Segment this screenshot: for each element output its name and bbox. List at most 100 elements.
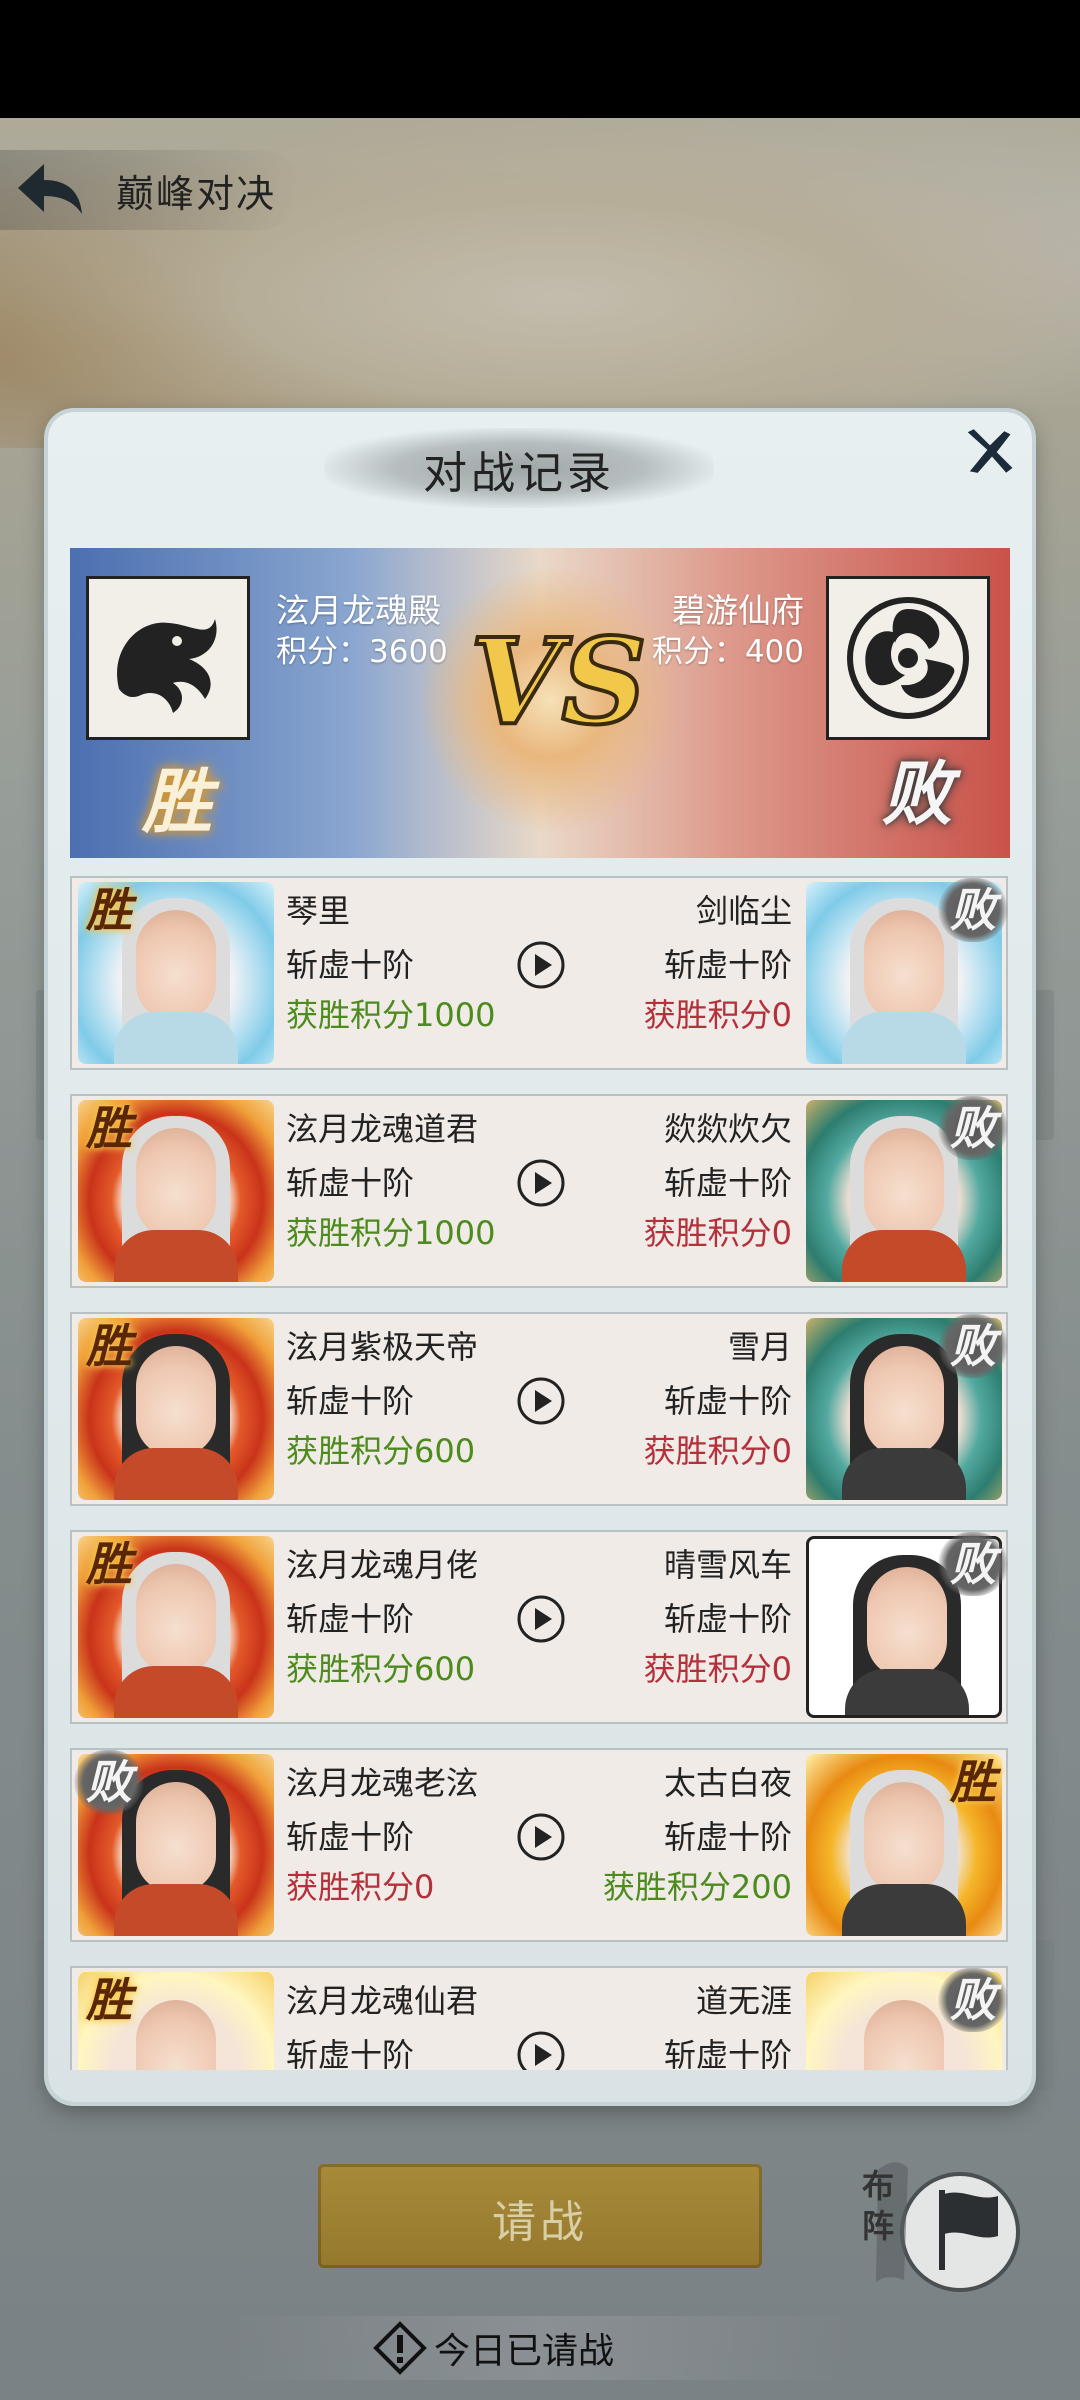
challenge-button-label: 请战: [492, 2197, 588, 2248]
avatar-face: [864, 1782, 944, 1892]
right-player-score: 获胜积分0: [643, 1214, 792, 1252]
formation-label: 布阵: [862, 2167, 895, 2245]
win-seal: 胜: [86, 1537, 132, 1591]
right-player-rank: 斩虚十阶: [663, 2036, 792, 2070]
lose-seal: 败: [938, 878, 1008, 942]
lose-seal: 败: [938, 1314, 1008, 1378]
background-list-edge: [1030, 1940, 1054, 2090]
right-player-rank: 斩虚十阶: [663, 1600, 792, 1638]
lose-seal: 败: [74, 1750, 144, 1814]
avatar-robe: [114, 1666, 238, 1718]
left-guild-emblem: [86, 576, 250, 740]
avatar-robe: [842, 1230, 966, 1282]
right-player-name: 剑临尘: [695, 892, 792, 930]
avatar-face: [864, 2000, 944, 2070]
avatar-face: [136, 2000, 216, 2070]
right-player-rank: 斩虚十阶: [663, 1164, 792, 1202]
avatar-robe: [114, 1012, 238, 1064]
status-bar: [0, 0, 1080, 118]
left-result-seal: 胜: [142, 760, 212, 843]
right-guild-name: 碧游仙府: [672, 591, 804, 630]
replay-play-icon[interactable]: [516, 940, 566, 990]
avatar-face: [136, 1346, 216, 1456]
avatar-face: [136, 1128, 216, 1238]
left-player-score: 获胜积分600: [286, 1432, 476, 1470]
record-row: 胜 泫月龙魂月佬 斩虚十阶 获胜积分600 晴雪风车 斩虚十阶 获胜积分0 败: [70, 1530, 1008, 1724]
avatar-robe: [114, 1448, 238, 1500]
right-player-rank: 斩虚十阶: [663, 1818, 792, 1856]
avatar-face: [136, 910, 216, 1020]
avatar-face: [864, 1128, 944, 1238]
avatar-robe: [842, 1448, 966, 1500]
left-player-score: 获胜积分600: [286, 1650, 476, 1688]
left-player-score: 获胜积分1000: [286, 996, 496, 1034]
avatar-face: [867, 1567, 947, 1677]
replay-play-icon[interactable]: [516, 1376, 566, 1426]
record-row: 胜 泫月龙魂仙君 斩虚十阶 道无涯 斩虚十阶 败: [70, 1966, 1008, 2070]
left-player-rank: 斩虚十阶: [286, 946, 415, 984]
daily-challenge-notice: 今日已请战: [434, 2331, 615, 2372]
left-player-score: 获胜积分0: [286, 1868, 435, 1906]
right-player-score: 获胜积分0: [643, 1432, 792, 1470]
right-player-name: 晴雪风车: [663, 1546, 792, 1584]
win-seal: 胜: [86, 1973, 132, 2027]
dialog-title: 对战记录: [423, 448, 615, 499]
record-row: 胜 琴里 斩虚十阶 获胜积分1000 剑临尘 斩虚十阶 获胜积分0 败: [70, 876, 1008, 1070]
right-player-score: 获胜积分0: [643, 996, 792, 1034]
win-seal: 胜: [86, 883, 132, 937]
right-player-rank: 斩虚十阶: [663, 946, 792, 984]
right-guild-emblem: [826, 576, 990, 740]
left-player-name: 泫月龙魂仙君: [286, 1982, 479, 2020]
record-row: 胜 泫月龙魂道君 斩虚十阶 获胜积分1000 欻欻炊欠 斩虚十阶 获胜积分0 败: [70, 1094, 1008, 1288]
lose-seal: 败: [938, 1532, 1008, 1596]
left-player-score: 获胜积分1000: [286, 1214, 496, 1252]
left-player-name: 泫月龙魂老泫: [286, 1764, 479, 1802]
avatar-robe: [114, 1230, 238, 1282]
left-guild-score: 积分：3600: [276, 634, 448, 670]
replay-play-icon[interactable]: [516, 2030, 566, 2070]
avatar-face: [136, 1782, 216, 1892]
replay-play-icon[interactable]: [516, 1812, 566, 1862]
left-player-name: 泫月龙魂道君: [286, 1110, 479, 1148]
right-player-rank: 斩虚十阶: [663, 1382, 792, 1420]
left-player-rank: 斩虚十阶: [286, 1600, 415, 1638]
win-seal: 胜: [86, 1101, 132, 1155]
record-list[interactable]: 胜 琴里 斩虚十阶 获胜积分1000 剑临尘 斩虚十阶 获胜积分0 败 胜 泫月…: [70, 876, 1010, 2070]
left-guild-name: 泫月龙魂殿: [276, 591, 441, 630]
record-row: 胜 泫月紫极天帝 斩虚十阶 获胜积分600 雪月 斩虚十阶 获胜积分0 败: [70, 1312, 1008, 1506]
record-row: 败 泫月龙魂老泫 斩虚十阶 获胜积分0 太古白夜 斩虚十阶 获胜积分200 胜: [70, 1748, 1008, 1942]
left-player-rank: 斩虚十阶: [286, 1164, 415, 1202]
win-seal: 胜: [950, 1755, 996, 1809]
left-player-rank: 斩虚十阶: [286, 1818, 415, 1856]
avatar-robe: [842, 1884, 966, 1936]
win-seal: 胜: [86, 1319, 132, 1373]
background-list-edge: [1030, 990, 1054, 1140]
left-player-name: 泫月龙魂月佬: [286, 1546, 479, 1584]
left-player-rank: 斩虚十阶: [286, 2036, 415, 2070]
right-player-name: 欻欻炊欠: [663, 1110, 792, 1148]
vs-label: VS: [468, 610, 649, 753]
right-guild-score: 积分：400: [651, 634, 804, 670]
avatar-face: [864, 1346, 944, 1456]
right-player-name: 道无涯: [695, 1982, 792, 2020]
avatar-face: [136, 1564, 216, 1674]
lose-seal: 败: [938, 1968, 1008, 2032]
left-player-rank: 斩虚十阶: [286, 1382, 415, 1420]
swirl-emblem-icon: [847, 597, 969, 719]
lose-seal: 败: [938, 1096, 1008, 1160]
left-player-name: 琴里: [286, 892, 351, 930]
right-player-score: 获胜积分200: [602, 1868, 792, 1906]
right-player-name: 雪月: [727, 1328, 792, 1366]
page-title: 巅峰对决: [116, 172, 277, 216]
back-arrow-icon[interactable]: [14, 158, 86, 218]
avatar-robe: [114, 1884, 238, 1936]
replay-play-icon[interactable]: [516, 1158, 566, 1208]
warning-diamond-icon: [373, 2321, 427, 2375]
avatar-robe: [842, 1012, 966, 1064]
replay-play-icon[interactable]: [516, 1594, 566, 1644]
close-icon[interactable]: [956, 420, 1020, 484]
right-player-score: 获胜积分0: [643, 1650, 792, 1688]
dragon-emblem-icon: [117, 619, 217, 713]
avatar-face: [864, 910, 944, 1020]
avatar-robe: [845, 1669, 969, 1715]
